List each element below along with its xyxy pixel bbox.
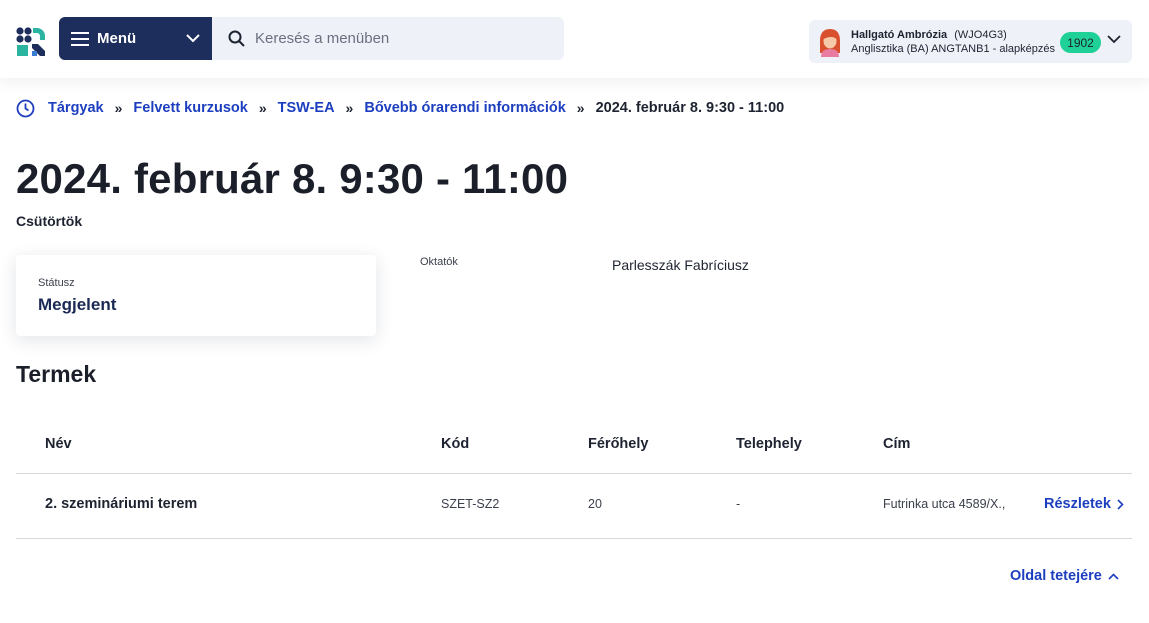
- breadcrumb-separator: »: [345, 100, 354, 116]
- room-details-label: Részletek: [1044, 496, 1111, 512]
- room-name: 2. szemináriumi terem: [45, 496, 198, 512]
- status-value: Megjelent: [38, 295, 117, 314]
- rooms-section-title: Termek: [16, 361, 97, 387]
- instructors-label: Oktatók: [420, 256, 458, 268]
- room-site: -: [736, 497, 741, 511]
- breadcrumb-link-course[interactable]: TSW-EA: [278, 100, 335, 116]
- chevron-right-icon: [1117, 498, 1124, 510]
- instructors-value: Parlesszák Fabríciusz: [612, 257, 749, 273]
- app-logo-icon[interactable]: [16, 27, 46, 57]
- avatar: [820, 28, 840, 57]
- user-name: Hallgató Ambrózia: [851, 28, 948, 41]
- status-card: Státusz Megjelent: [16, 255, 376, 336]
- breadcrumb-separator: »: [114, 100, 123, 116]
- breadcrumb-link-felvett-kurzusok[interactable]: Felvett kurzusok: [133, 100, 247, 116]
- back-to-top-label: Oldal tetejére: [1010, 568, 1102, 584]
- breadcrumb-separator: »: [258, 100, 267, 116]
- column-header-site: Telephely: [736, 436, 802, 452]
- weekday-label: Csütörtök: [16, 213, 83, 229]
- hamburger-icon: [71, 31, 89, 46]
- room-code: SZET-SZ2: [441, 497, 500, 511]
- user-info: Hallgató Ambrózia (WJO4G3) Anglisztika (…: [851, 29, 1061, 55]
- column-header-name: Név: [45, 436, 72, 452]
- page-title: 2024. február 8. 9:30 - 11:00: [16, 155, 569, 202]
- chevron-up-icon: [1108, 572, 1119, 580]
- menu-label: Menü: [97, 30, 137, 47]
- status-label: Státusz: [38, 277, 75, 289]
- search-input[interactable]: [255, 30, 555, 47]
- table-row: 2. szemináriumi terem SZET-SZ2 20 - Futr…: [16, 474, 1132, 539]
- search-icon: [228, 30, 245, 47]
- room-address: Futrinka utca 4589/X.,: [883, 497, 1006, 511]
- breadcrumb-separator: »: [576, 100, 585, 116]
- clock-icon: [16, 99, 35, 117]
- room-capacity: 20: [588, 497, 602, 511]
- back-to-top-link[interactable]: Oldal tetejére: [1010, 568, 1119, 584]
- menu-search: [212, 17, 564, 60]
- breadcrumb: Tárgyak » Felvett kurzusok » TSW-EA » Bő…: [16, 97, 784, 119]
- breadcrumb-current: 2024. február 8. 9:30 - 11:00: [595, 100, 785, 116]
- user-program: Anglisztika (BA) ANGTANB1 - alapképzés: [851, 42, 1055, 55]
- chevron-down-icon: [1107, 35, 1121, 44]
- breadcrumb-link-targyak[interactable]: Tárgyak: [48, 100, 104, 116]
- user-profile-button[interactable]: Hallgató Ambrózia (WJO4G3) Anglisztika (…: [809, 20, 1132, 63]
- top-header: Menü Hallgató Ambrózia (WJO4G3) Angliszt…: [0, 0, 1149, 78]
- column-header-capacity: Férőhely: [588, 436, 649, 452]
- rooms-table: Név Kód Férőhely Telephely Cím 2. szemin…: [16, 414, 1132, 539]
- table-header-row: Név Kód Férőhely Telephely Cím: [16, 414, 1132, 474]
- column-header-code: Kód: [441, 436, 470, 452]
- breadcrumb-link-timetable-info[interactable]: Bővebb órarendi információk: [364, 100, 565, 116]
- chevron-down-icon: [186, 34, 200, 43]
- notification-badge: 1902: [1060, 32, 1101, 53]
- column-header-address: Cím: [883, 436, 911, 452]
- user-code: (WJO4G3): [954, 28, 1007, 41]
- room-details-link[interactable]: Részletek: [1044, 496, 1124, 512]
- menu-button[interactable]: Menü: [59, 17, 212, 60]
